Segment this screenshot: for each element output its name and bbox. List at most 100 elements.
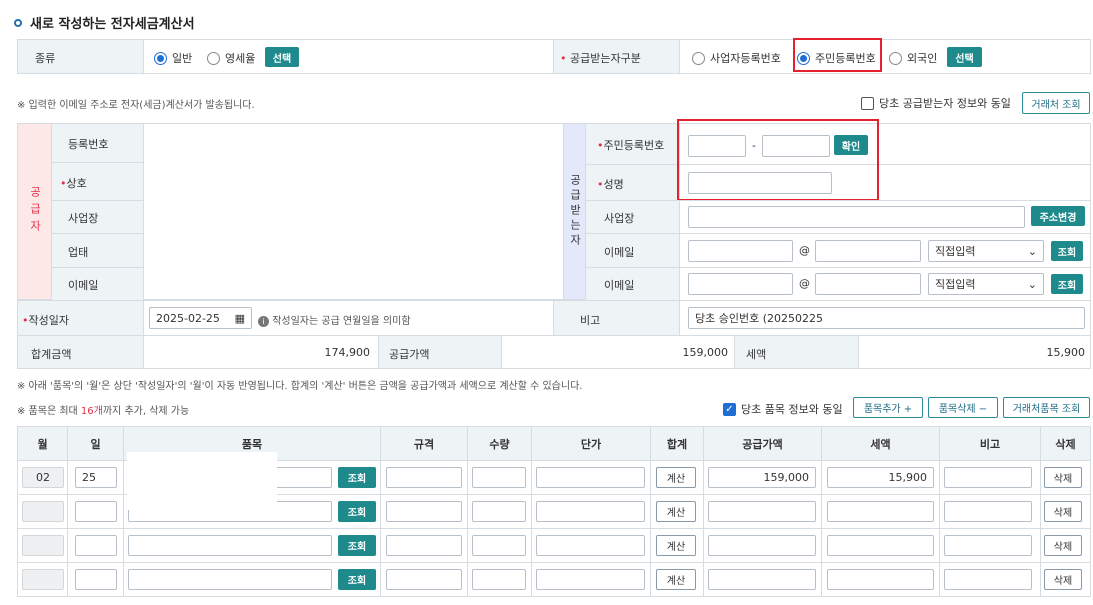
month-field — [22, 535, 64, 556]
note-input[interactable] — [944, 569, 1032, 590]
unit-price-input[interactable] — [536, 501, 645, 522]
note-input[interactable] — [944, 501, 1032, 522]
day-input[interactable] — [75, 535, 117, 556]
email-notice: ※ 입력한 이메일 주소로 전자(세금)계산서가 발송됩니다. — [17, 100, 255, 111]
email1-domain-input[interactable] — [815, 240, 921, 262]
spec-input[interactable] — [386, 569, 462, 590]
radio-business-no[interactable]: 사업자등록번호 — [692, 50, 781, 66]
unit-price-input[interactable] — [536, 535, 645, 556]
supplier-field-3-label: 사업장 — [68, 210, 98, 226]
qty-input[interactable] — [472, 569, 526, 590]
same-items-checkbox[interactable]: ✓ 당초 품목 정보와 동일 — [723, 401, 843, 417]
email1-id-input[interactable] — [688, 240, 793, 262]
column-header-4: 규격 — [380, 426, 468, 461]
name-label: •성명 — [597, 178, 624, 191]
email2-id-input[interactable] — [688, 273, 793, 295]
email1-lookup-button[interactable]: 조회 — [1051, 241, 1083, 261]
qty-input[interactable] — [472, 467, 526, 488]
radio-general[interactable]: 일반 — [154, 50, 192, 66]
type-select-button[interactable]: 선택 — [265, 47, 299, 67]
tax-amount-input[interactable] — [827, 535, 934, 556]
recipient-type-label-text: 공급받는자구분 — [570, 52, 641, 65]
day-input[interactable] — [75, 569, 117, 590]
radio-foreigner[interactable]: 외국인 — [889, 50, 937, 66]
same-recipient-checkbox[interactable]: 당초 공급받는자 정보와 동일 — [861, 95, 1011, 111]
item-name-input[interactable] — [128, 569, 332, 590]
partner-item-lookup-button[interactable]: 거래처품목 조회 — [1003, 397, 1090, 418]
resident-no-label-text: 주민등록번호 — [603, 139, 665, 152]
spec-input[interactable] — [386, 501, 462, 522]
radio-off-icon — [692, 51, 705, 65]
qty-input[interactable] — [472, 535, 526, 556]
supplier-label-cell — [51, 233, 144, 268]
title-bullet-icon — [14, 18, 22, 27]
day-input[interactable] — [75, 501, 117, 522]
date-label-text: 작성일자 — [28, 314, 69, 327]
supply-amount-input[interactable] — [708, 569, 816, 590]
row-delete-button[interactable]: 삭제 — [1044, 535, 1082, 556]
checkbox-icon — [861, 96, 874, 110]
partner-lookup-button[interactable]: 거래처 조회 — [1022, 92, 1090, 114]
item-lookup-button[interactable]: 조회 — [338, 501, 376, 522]
item-lookup-button[interactable]: 조회 — [338, 467, 376, 488]
name-label-text: 성명 — [603, 178, 624, 191]
max-items-count: 16개 — [80, 406, 103, 417]
supplier-side-label: 공급자 — [17, 123, 52, 300]
radio-zero-rate[interactable]: 영세율 — [207, 50, 255, 66]
calc-button[interactable]: 계산 — [656, 535, 696, 556]
calc-button[interactable]: 계산 — [656, 467, 696, 488]
date-input[interactable]: 2025-02-25 ▦ — [149, 307, 252, 329]
supply-amount-input[interactable]: 159,000 — [708, 467, 816, 488]
supplier-field-label-text: 등록번호 — [68, 138, 109, 151]
remark-label-cell — [553, 300, 680, 336]
address-input[interactable] — [688, 206, 1025, 228]
same-recipient-label: 당초 공급받는자 정보와 동일 — [879, 97, 1011, 110]
column-header-10: 비고 — [939, 426, 1041, 461]
row-delete-button[interactable]: 삭제 — [1044, 501, 1082, 522]
column-header-8: 공급가액 — [703, 426, 822, 461]
supplier-side-label-text: 공급자 — [28, 186, 42, 237]
note-input[interactable] — [944, 535, 1032, 556]
tax-amount-input[interactable] — [827, 569, 934, 590]
supply-value: 159,000 — [682, 346, 729, 359]
max-items-prefix: ※ 품목은 최대 — [17, 406, 81, 417]
checkbox-checked-icon: ✓ — [723, 402, 736, 416]
email2-domain-select[interactable]: 직접입력 ⌄ — [928, 273, 1044, 295]
delete-item-button[interactable]: 품목삭제 − — [928, 397, 998, 418]
radio-off-icon — [889, 51, 902, 65]
address-change-button[interactable]: 주소변경 — [1031, 206, 1085, 226]
row-delete-button[interactable]: 삭제 — [1044, 569, 1082, 590]
item-lookup-button[interactable]: 조회 — [338, 569, 376, 590]
add-item-button[interactable]: 품목추가 + — [853, 397, 923, 418]
qty-input[interactable] — [472, 501, 526, 522]
tax-amount-input[interactable] — [827, 501, 934, 522]
calc-button[interactable]: 계산 — [656, 569, 696, 590]
tax-label: 세액 — [746, 348, 767, 361]
recipient-select-button[interactable]: 선택 — [947, 47, 982, 67]
calc-button[interactable]: 계산 — [656, 501, 696, 522]
email1-domain-select[interactable]: 직접입력 ⌄ — [928, 240, 1044, 262]
total-value: 174,900 — [324, 346, 371, 359]
spec-input[interactable] — [386, 535, 462, 556]
supplier-field-label-text: 상호 — [66, 176, 87, 190]
item-lookup-button[interactable]: 조회 — [338, 535, 376, 556]
supply-amount-input[interactable] — [708, 535, 816, 556]
items-notice: ※ 아래 '품목'의 '월'은 상단 '작성일자'의 '월'이 자동 반영됩니다… — [17, 381, 583, 392]
unit-price-input[interactable] — [536, 467, 645, 488]
day-input[interactable]: 25 — [75, 467, 117, 488]
radio-zero-rate-label: 영세율 — [225, 52, 256, 65]
email2-domain-input[interactable] — [815, 273, 921, 295]
row-delete-button[interactable]: 삭제 — [1044, 467, 1082, 488]
tax-amount-input[interactable]: 15,900 — [827, 467, 934, 488]
spec-input[interactable] — [386, 467, 462, 488]
remark-input[interactable]: 당초 승인번호 (20250225 — [688, 307, 1085, 329]
unit-price-input[interactable] — [536, 569, 645, 590]
item-name-input[interactable] — [128, 535, 332, 556]
supply-amount-input[interactable] — [708, 501, 816, 522]
date-input-value: 2025-02-25 — [156, 311, 220, 325]
radio-foreigner-label: 외국인 — [907, 52, 938, 65]
note-input[interactable] — [944, 467, 1032, 488]
same-items-label: 당초 품목 정보와 동일 — [741, 403, 843, 416]
supplier-field-label-text: 이메일 — [68, 279, 99, 292]
email2-lookup-button[interactable]: 조회 — [1051, 274, 1083, 294]
